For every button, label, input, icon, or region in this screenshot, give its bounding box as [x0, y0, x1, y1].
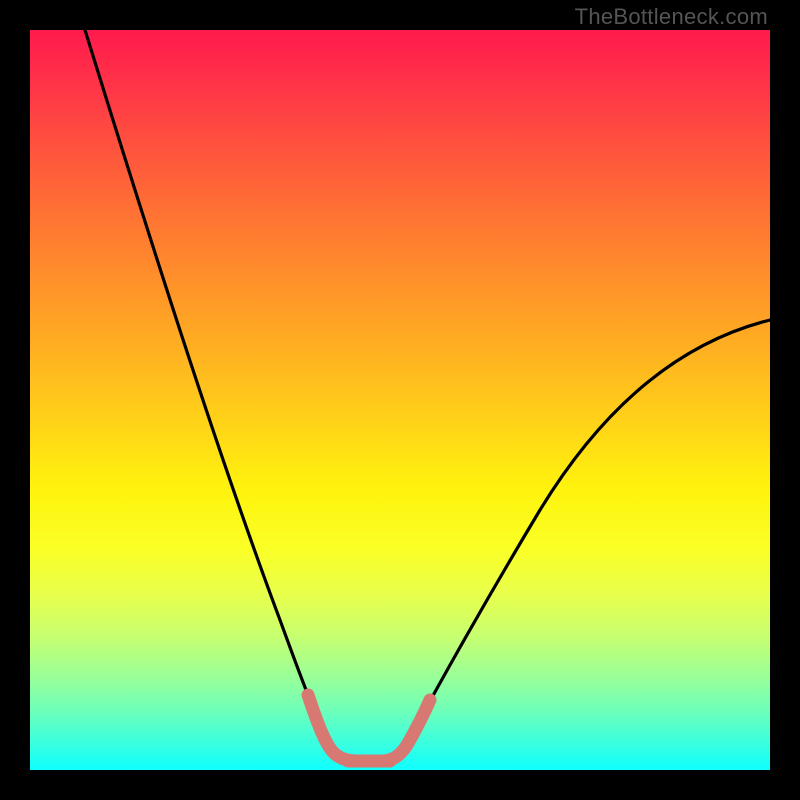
- bottleneck-curve: [85, 30, 770, 760]
- highlight-right-arm: [382, 700, 430, 761]
- curve-svg: [30, 30, 770, 770]
- plot-area: [30, 30, 770, 770]
- highlight-left-arm: [308, 695, 356, 761]
- watermark-text: TheBottleneck.com: [575, 4, 768, 30]
- chart-frame: TheBottleneck.com: [0, 0, 800, 800]
